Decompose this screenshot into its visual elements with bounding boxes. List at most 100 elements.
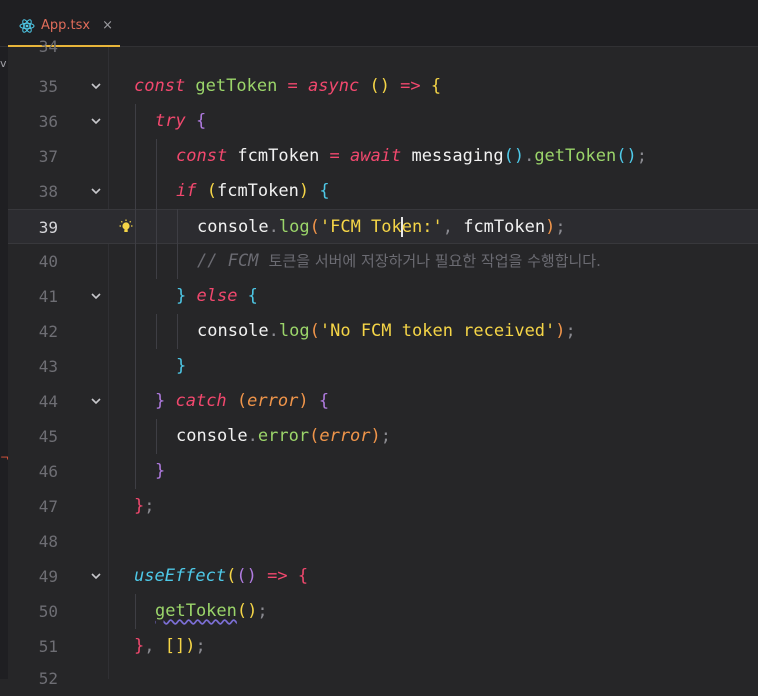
code-token: await (350, 146, 412, 166)
code-line[interactable]: 39 console.log('FCM Token:', fcmToken); (8, 209, 758, 244)
chevron-down-icon[interactable] (90, 395, 102, 407)
line-number[interactable]: 48 (8, 524, 58, 559)
line-number[interactable]: 42 (8, 314, 58, 349)
line-number[interactable]: 35 (8, 69, 58, 104)
code-line[interactable]: 35 const getToken = async () => { (8, 69, 758, 104)
code-line-partial-top: 34 (8, 29, 758, 64)
code-token: { (247, 286, 258, 306)
code-token: } (155, 391, 176, 411)
chevron-down-icon[interactable] (90, 570, 102, 582)
code-text[interactable]: } else { (176, 279, 258, 314)
code-token: fcmToken (216, 181, 299, 201)
line-number[interactable]: 38 (8, 174, 58, 209)
code-token: ) (298, 391, 319, 411)
code-text[interactable]: console.error(error); (176, 419, 391, 454)
chevron-down-icon[interactable] (90, 290, 102, 302)
code-text[interactable]: } (155, 454, 165, 489)
line-number[interactable]: 36 (8, 104, 58, 139)
code-token: () (616, 146, 637, 166)
code-token: 'FCM Tok (319, 217, 402, 237)
code-text[interactable]: const getToken = async () => { (134, 69, 441, 104)
code-text[interactable]: getToken(); (155, 594, 268, 629)
code-token: , (442, 217, 464, 237)
code-text[interactable]: }, []); (134, 629, 206, 664)
code-token: async (308, 76, 370, 96)
code-text[interactable]: const fcmToken = await messaging().getTo… (176, 139, 647, 174)
code-text[interactable]: // FCM 토큰을 서버에 저장하거나 필요한 작업을 수행합니다. (197, 244, 601, 279)
code-token: console (197, 217, 269, 237)
code-text[interactable]: try { (155, 104, 206, 139)
code-text[interactable]: console.log('FCM Token:', fcmToken); (197, 210, 566, 245)
code-line[interactable]: 44 } catch (error) { (8, 384, 758, 419)
code-token: ; (144, 496, 155, 516)
code-line[interactable]: 45 console.error(error); (8, 419, 758, 454)
code-token: const (176, 146, 238, 166)
code-text[interactable]: console.log('No FCM token received'); (197, 314, 576, 349)
code-token: getToken (534, 146, 617, 166)
line-number[interactable]: 46 (8, 454, 58, 489)
code-token: log (278, 321, 310, 341)
code-token: error (247, 391, 299, 411)
code-token: error (319, 426, 371, 446)
code-line[interactable]: 36 try { (8, 104, 758, 139)
indent-guide (156, 139, 157, 279)
indent-guide (156, 314, 157, 349)
code-text[interactable]: if (fcmToken) { (176, 174, 330, 209)
code-line[interactable]: 51 }, []); (8, 629, 758, 664)
code-line[interactable]: 46} (8, 454, 758, 489)
code-token: } (134, 496, 145, 516)
code-token: () (369, 76, 390, 96)
line-number[interactable]: 37 (8, 139, 58, 174)
indent-guide (177, 314, 178, 349)
code-token: en:' (401, 217, 443, 237)
code-line[interactable]: 40 // FCM 토큰을 서버에 저장하거나 필요한 작업을 수행합니다. (8, 244, 758, 279)
code-text[interactable]: } (176, 349, 186, 384)
code-token: ; (555, 217, 566, 237)
line-number[interactable]: 51 (8, 629, 58, 664)
line-number[interactable]: 50 (8, 594, 58, 629)
code-line[interactable]: 37 const fcmToken = await messaging().get… (8, 139, 758, 174)
line-number: 34 (38, 37, 58, 56)
code-line[interactable]: 41 } else { (8, 279, 758, 314)
code-token: 토큰을 서버에 저장하거나 필요한 작업을 수행합니다. (268, 252, 601, 270)
code-token: ( (309, 426, 320, 446)
code-token: ( (309, 217, 320, 237)
code-token: ; (380, 426, 392, 446)
line-number[interactable]: 44 (8, 384, 58, 419)
lightbulb-icon[interactable] (118, 219, 134, 235)
code-line[interactable]: 47}; (8, 489, 758, 524)
code-token: } (134, 636, 145, 656)
line-number[interactable]: 47 (8, 489, 58, 524)
code-text[interactable]: }; (134, 489, 155, 524)
code-line[interactable]: 43} (8, 349, 758, 384)
line-number[interactable]: 39 (8, 210, 58, 245)
line-number[interactable]: 49 (8, 559, 58, 594)
code-token: ( (226, 566, 237, 586)
code-token: () (503, 146, 525, 166)
line-number[interactable]: 40 (8, 244, 58, 279)
code-token: . (268, 217, 279, 237)
line-number[interactable]: 43 (8, 349, 58, 384)
code-token: getToken (155, 601, 237, 621)
code-line[interactable]: 49 useEffect(() => { (8, 559, 758, 594)
code-line[interactable]: 38 if (fcmToken) { (8, 174, 758, 209)
line-number[interactable]: 45 (8, 419, 58, 454)
code-line[interactable]: 50 getToken(); (8, 594, 758, 629)
line-number[interactable]: 41 (8, 279, 58, 314)
code-text[interactable]: useEffect(() => { (134, 559, 308, 594)
code-token: messaging (411, 146, 504, 166)
chevron-down-icon[interactable] (90, 80, 102, 92)
code-line[interactable]: 42 console.log('No FCM token received'); (8, 314, 758, 349)
code-editor[interactable]: 34 35 const getToken = async () => { 36 try… (8, 37, 758, 688)
code-line[interactable]: 48 (8, 524, 758, 559)
code-token: ) (370, 426, 381, 446)
code-token: . (268, 321, 279, 341)
code-token: ( (236, 391, 248, 411)
code-token: ) (185, 636, 196, 656)
code-token: , (144, 636, 165, 656)
chevron-down-icon[interactable] (90, 185, 102, 197)
code-text[interactable]: } catch (error) { (155, 384, 329, 419)
code-token: ( (309, 321, 320, 341)
chevron-down-icon[interactable] (90, 115, 102, 127)
left-side-strip: v ¬ (0, 47, 9, 679)
